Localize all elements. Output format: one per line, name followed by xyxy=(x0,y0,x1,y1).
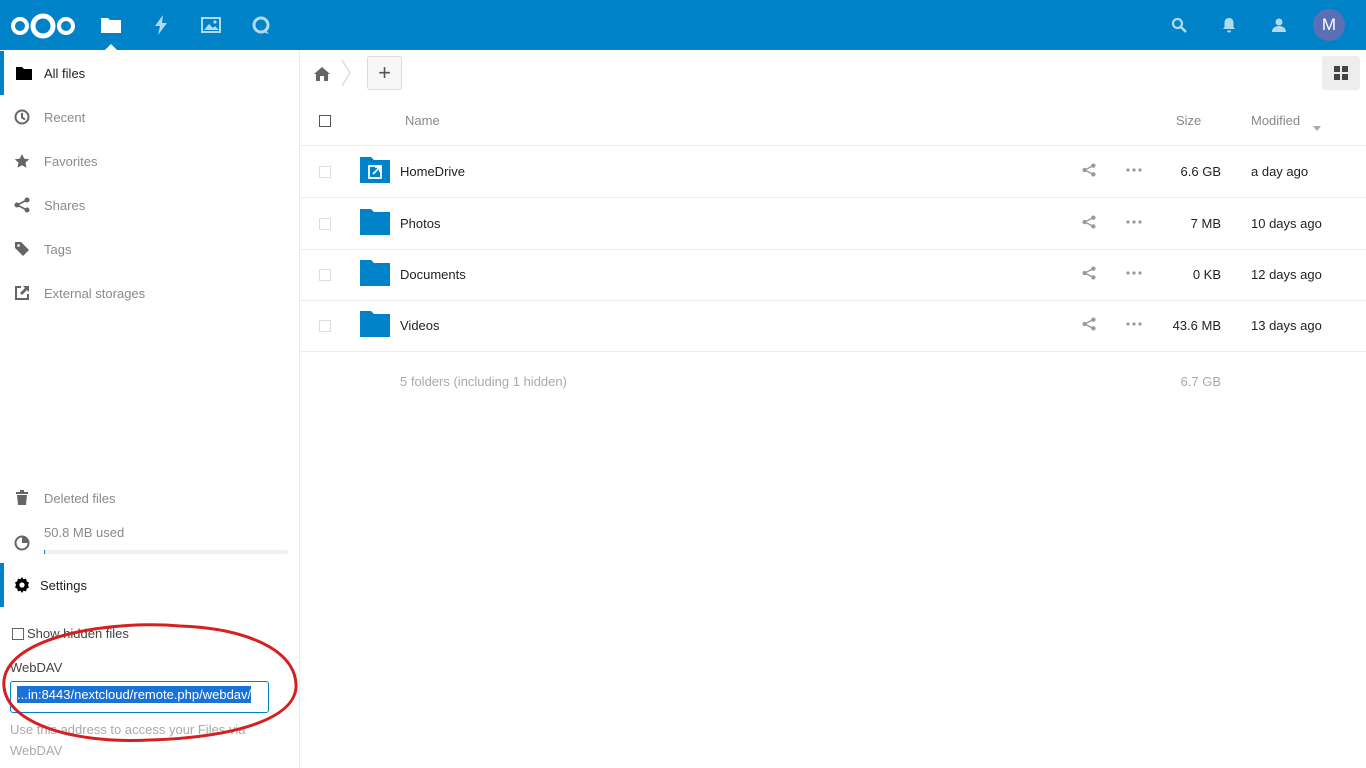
clock-icon xyxy=(0,95,44,139)
external-folder-icon xyxy=(360,157,390,183)
search-icon[interactable] xyxy=(1154,0,1204,50)
webdav-label: WebDAV xyxy=(10,660,63,675)
folder-icon xyxy=(360,311,390,337)
sort-descending-icon xyxy=(1313,119,1321,134)
file-summary: 5 folders (including 1 hidden) 6.7 GB xyxy=(300,374,1366,394)
column-size[interactable]: Size xyxy=(1176,113,1201,128)
share-icon[interactable] xyxy=(1082,266,1096,283)
file-size: 43.6 MB xyxy=(1172,318,1221,333)
sidebar-item-favorites[interactable]: Favorites xyxy=(0,139,299,183)
sidebar-item-all-files[interactable]: All files xyxy=(0,51,299,95)
header-right: M xyxy=(1154,0,1366,50)
summary-text: 5 folders (including 1 hidden) xyxy=(400,374,567,389)
row-checkbox[interactable] xyxy=(319,320,331,332)
contacts-icon[interactable] xyxy=(1254,0,1304,50)
show-hidden-checkbox[interactable] xyxy=(12,627,24,640)
folder-icon xyxy=(360,209,390,235)
select-all-checkbox[interactable] xyxy=(319,115,331,127)
talk-app-icon[interactable] xyxy=(236,0,286,50)
share-icon[interactable] xyxy=(1082,163,1096,180)
row-checkbox[interactable] xyxy=(319,166,331,178)
sidebar-item-label: External storages xyxy=(44,285,146,301)
breadcrumb-separator-icon xyxy=(340,59,352,89)
app-navigation xyxy=(86,0,286,50)
sidebar: All files Recent Favorites Shares Tags E… xyxy=(0,50,300,768)
file-name[interactable]: Documents xyxy=(400,267,466,282)
new-file-button[interactable]: + xyxy=(367,56,402,90)
row-checkbox[interactable] xyxy=(319,218,331,230)
tag-icon xyxy=(0,227,44,271)
table-row[interactable]: HomeDrive 6.6 GB a day ago xyxy=(300,146,1366,198)
files-app-icon[interactable] xyxy=(86,0,136,50)
grid-view-icon[interactable] xyxy=(1322,56,1360,90)
share-icon[interactable] xyxy=(1082,215,1096,232)
avatar[interactable]: M xyxy=(1313,9,1345,41)
file-name[interactable]: HomeDrive xyxy=(400,164,465,179)
more-actions-icon[interactable] xyxy=(1126,266,1142,283)
file-modified: 12 days ago xyxy=(1251,267,1322,282)
table-row[interactable]: Videos 43.6 MB 13 days ago xyxy=(300,300,1366,352)
row-checkbox[interactable] xyxy=(319,269,331,281)
show-hidden-label: Show hidden files xyxy=(27,626,129,641)
pie-chart-icon xyxy=(0,521,44,565)
sidebar-item-label: All files xyxy=(44,65,86,81)
file-name[interactable]: Videos xyxy=(400,318,440,333)
sidebar-item-label: Favorites xyxy=(44,153,98,169)
sidebar-item-label: Shares xyxy=(44,197,86,213)
top-header: M xyxy=(0,0,1366,50)
file-size: 0 KB xyxy=(1192,267,1221,282)
webdav-url-field[interactable]: ...in:8443/nextcloud/remote.php/webdav/ xyxy=(10,681,269,713)
more-actions-icon[interactable] xyxy=(1126,163,1142,180)
folder-icon xyxy=(4,51,44,95)
sidebar-item-label: Recent xyxy=(44,109,86,125)
settings-button[interactable]: Settings xyxy=(0,563,299,607)
file-modified: 13 days ago xyxy=(1251,318,1322,333)
webdav-hint: Use this address to access your Files vi… xyxy=(10,722,246,758)
file-size: 6.6 GB xyxy=(1180,164,1221,179)
nextcloud-logo-icon[interactable] xyxy=(10,12,76,40)
file-modified: a day ago xyxy=(1251,164,1309,179)
external-link-icon xyxy=(0,271,44,315)
more-actions-icon[interactable] xyxy=(1126,215,1142,232)
share-icon xyxy=(0,183,44,227)
sidebar-item-label: Tags xyxy=(44,241,72,257)
notifications-icon[interactable] xyxy=(1204,0,1254,50)
star-icon xyxy=(0,139,44,183)
file-table-header: Name Size Modified xyxy=(300,96,1366,146)
share-icon[interactable] xyxy=(1082,317,1096,334)
column-modified[interactable]: Modified xyxy=(1251,113,1300,128)
home-icon[interactable] xyxy=(308,60,336,88)
sidebar-item-shares[interactable]: Shares xyxy=(0,183,299,227)
gear-icon xyxy=(4,577,40,593)
quota-text: 50.8 MB used xyxy=(44,524,125,540)
show-hidden-files-row[interactable]: Show hidden files xyxy=(12,626,129,641)
folder-icon xyxy=(360,260,390,286)
file-size: 7 MB xyxy=(1190,216,1221,231)
file-modified: 10 days ago xyxy=(1251,216,1322,231)
webdav-url-value: ...in:8443/nextcloud/remote.php/webdav/ xyxy=(17,686,252,703)
table-row[interactable]: Photos 7 MB 10 days ago xyxy=(300,198,1366,250)
gallery-app-icon[interactable] xyxy=(186,0,236,50)
settings-label: Settings xyxy=(40,577,87,593)
more-actions-icon[interactable] xyxy=(1126,317,1142,334)
sidebar-item-tags[interactable]: Tags xyxy=(0,227,299,271)
sidebar-item-label: Deleted files xyxy=(44,490,116,506)
files-controls: + xyxy=(300,50,1366,96)
table-row[interactable]: Documents 0 KB 12 days ago xyxy=(300,249,1366,301)
quota-progress-bar xyxy=(44,550,288,554)
activity-app-icon[interactable] xyxy=(136,0,186,50)
quota-progress-fill xyxy=(44,550,45,554)
sidebar-item-external-storages[interactable]: External storages xyxy=(0,271,299,315)
column-name[interactable]: Name xyxy=(405,113,440,128)
sidebar-item-recent[interactable]: Recent xyxy=(0,95,299,139)
file-name[interactable]: Photos xyxy=(400,216,440,231)
summary-size: 6.7 GB xyxy=(1180,374,1221,389)
